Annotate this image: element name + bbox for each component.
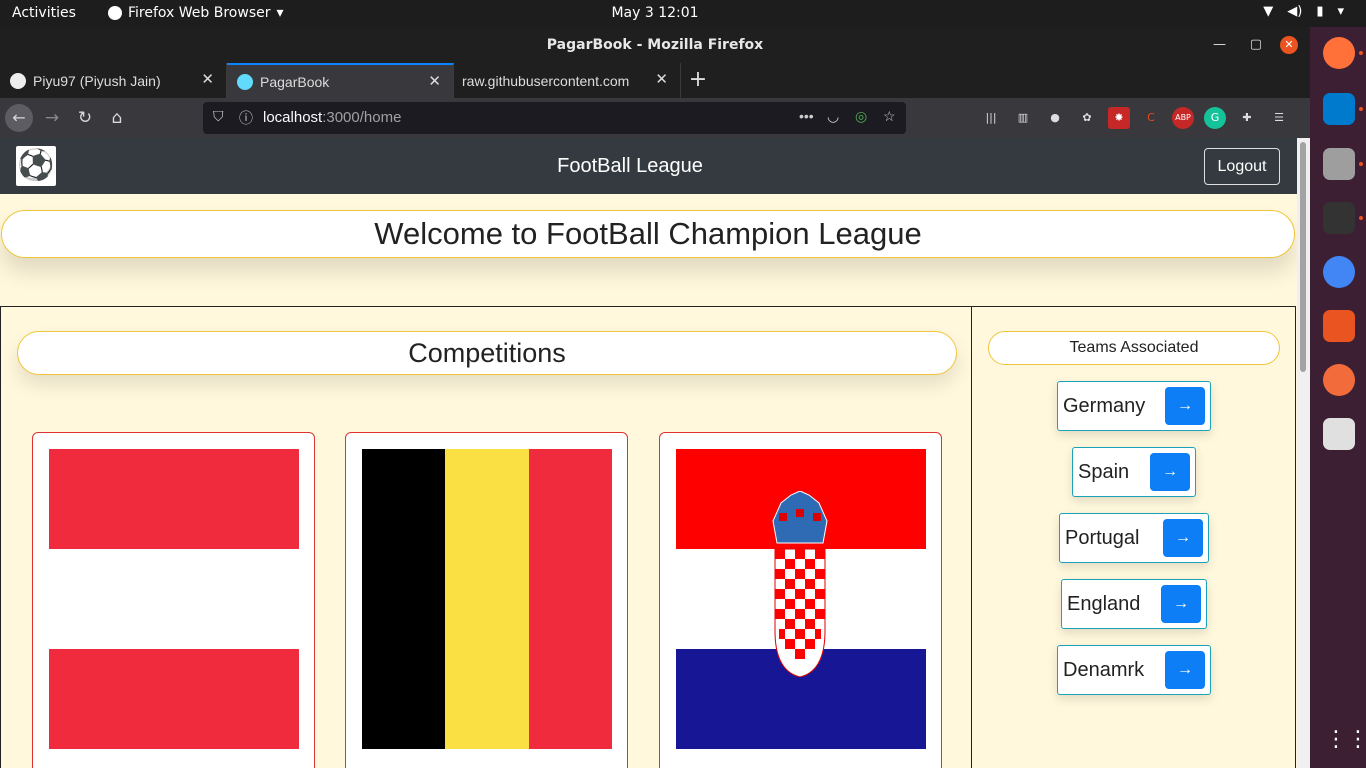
competition-card-belgium[interactable] bbox=[345, 432, 628, 768]
page-viewport: ⚽ FootBall League Logout Welcome to Foot… bbox=[0, 138, 1297, 768]
shield-icon[interactable]: ⛉ bbox=[213, 108, 224, 125]
austria-flag-image bbox=[49, 449, 299, 749]
competitions-panel: Competitions bbox=[0, 306, 972, 768]
document-viewer-icon[interactable] bbox=[1323, 418, 1355, 450]
navigation-toolbar: ← → ↻ ⌂ ⛉ ⓘ localhost:3000/home ••• ◡ ◎ … bbox=[0, 98, 1310, 138]
maximize-button[interactable]: ▢ bbox=[1250, 27, 1262, 63]
belgium-flag-image bbox=[362, 449, 612, 749]
postman-icon[interactable] bbox=[1323, 364, 1355, 396]
extension-icon[interactable]: ◎ bbox=[855, 108, 867, 125]
team-name: Germany bbox=[1063, 395, 1146, 417]
ubuntu-dock: ⋮⋮⋮ bbox=[1310, 27, 1366, 768]
account-icon[interactable]: ● bbox=[1044, 107, 1066, 129]
team-name: England bbox=[1067, 593, 1141, 615]
show-applications-icon[interactable]: ⋮⋮⋮ bbox=[1325, 727, 1366, 752]
tab-label: Piyu97 (Piyush Jain) bbox=[33, 72, 161, 89]
back-button[interactable]: ← bbox=[5, 104, 33, 132]
window-titlebar: PagarBook - Mozilla Firefox — ▢ ✕ bbox=[0, 27, 1310, 63]
close-window-button[interactable]: ✕ bbox=[1280, 36, 1298, 54]
url-bar[interactable]: ⛉ ⓘ localhost:3000/home ••• ◡ ◎ ☆ bbox=[203, 102, 906, 134]
github-icon bbox=[10, 72, 26, 89]
reload-button[interactable]: ↻ bbox=[71, 104, 99, 132]
clock[interactable]: May 3 12:01 bbox=[0, 5, 1310, 21]
firefox-icon[interactable] bbox=[1323, 37, 1355, 69]
team-arrow-button[interactable]: → bbox=[1163, 519, 1203, 557]
close-tab-icon[interactable]: ✕ bbox=[201, 70, 214, 88]
battery-icon: ▮ bbox=[1316, 4, 1324, 19]
chrome-icon[interactable] bbox=[1323, 256, 1355, 288]
vscode-icon[interactable] bbox=[1323, 93, 1355, 125]
scrollbar-thumb[interactable] bbox=[1300, 142, 1306, 372]
page-actions-icon[interactable]: ••• bbox=[799, 108, 814, 124]
brand-title[interactable]: FootBall League bbox=[0, 155, 1260, 178]
software-center-icon[interactable] bbox=[1323, 310, 1355, 342]
wifi-icon: ▼ bbox=[1263, 4, 1274, 19]
grammarly-icon[interactable]: G bbox=[1204, 107, 1226, 129]
app-navbar: ⚽ FootBall League Logout bbox=[0, 138, 1297, 194]
library-icon[interactable]: ||| bbox=[980, 107, 1002, 129]
info-icon[interactable]: ⓘ bbox=[239, 108, 253, 128]
sidebar-icon[interactable]: ▥ bbox=[1012, 107, 1034, 129]
toolbar-icons: ||| ▥ ● ✿ ✸ C ABP G ✚ ☰ bbox=[980, 107, 1290, 129]
team-arrow-button[interactable]: → bbox=[1165, 651, 1205, 689]
team-germany: Germany → bbox=[1057, 381, 1211, 431]
team-arrow-button[interactable]: → bbox=[1150, 453, 1190, 491]
minimize-button[interactable]: — bbox=[1213, 27, 1226, 63]
chevron-down-icon: ▾ bbox=[1337, 4, 1344, 19]
team-name: Spain bbox=[1078, 461, 1130, 483]
adblock-icon[interactable]: ABP bbox=[1172, 107, 1194, 129]
croatia-flag-image bbox=[676, 449, 926, 749]
extension-icon[interactable]: ✸ bbox=[1108, 107, 1130, 129]
url-host: localhost bbox=[263, 109, 323, 126]
team-england: England → bbox=[1061, 579, 1207, 629]
tab-github[interactable]: Piyu97 (Piyush Jain) ✕ bbox=[0, 63, 227, 98]
tab-strip: Piyu97 (Piyush Jain) ✕ PagarBook ✕ raw.git… bbox=[0, 63, 1310, 98]
croatia-coat-of-arms-icon bbox=[772, 491, 828, 677]
tab-label: raw.githubusercontent.com bbox=[462, 72, 630, 89]
files-icon[interactable] bbox=[1323, 148, 1355, 180]
tab-label: PagarBook bbox=[260, 73, 330, 90]
team-portugal: Portugal → bbox=[1059, 513, 1209, 563]
url-text: localhost:3000/home bbox=[263, 109, 401, 126]
menu-icon[interactable]: ☰ bbox=[1268, 107, 1290, 129]
tab-raw-github[interactable]: raw.githubusercontent.com ✕ bbox=[454, 63, 681, 98]
extension-icon[interactable]: ✿ bbox=[1076, 107, 1098, 129]
system-top-bar: Activities Firefox Web Browser ▾ May 3 12… bbox=[0, 0, 1366, 27]
team-name: Denamrk bbox=[1063, 659, 1145, 681]
url-path: :3000/home bbox=[322, 109, 402, 126]
extensions-puzzle-icon[interactable]: ✚ bbox=[1236, 107, 1258, 129]
close-tab-icon[interactable]: ✕ bbox=[428, 72, 441, 90]
forward-button[interactable]: → bbox=[38, 104, 66, 132]
system-tray[interactable]: ▼ ◀) ▮ ▾ bbox=[1263, 4, 1344, 19]
competition-card-croatia[interactable] bbox=[659, 432, 942, 768]
tab-pagarbook[interactable]: PagarBook ✕ bbox=[227, 63, 454, 98]
teams-associated-heading: Teams Associated bbox=[988, 331, 1280, 365]
team-spain: Spain → bbox=[1072, 447, 1196, 497]
competition-card-austria[interactable] bbox=[32, 432, 315, 768]
welcome-banner: Welcome to FootBall Champion League bbox=[1, 210, 1295, 258]
home-button[interactable]: ⌂ bbox=[103, 104, 131, 132]
team-denmark: Denamrk → bbox=[1057, 645, 1211, 695]
react-icon bbox=[237, 73, 253, 90]
team-arrow-button[interactable]: → bbox=[1165, 387, 1205, 425]
terminal-icon[interactable] bbox=[1323, 202, 1355, 234]
close-tab-icon[interactable]: ✕ bbox=[655, 70, 668, 88]
window-title: PagarBook - Mozilla Firefox bbox=[546, 37, 764, 53]
competitions-heading: Competitions bbox=[17, 331, 957, 375]
page-scrollbar[interactable] bbox=[1297, 138, 1310, 768]
team-arrow-button[interactable]: → bbox=[1161, 585, 1201, 623]
new-tab-button[interactable]: + bbox=[681, 63, 715, 98]
team-name: Portugal bbox=[1065, 527, 1140, 549]
logout-button[interactable]: Logout bbox=[1204, 148, 1280, 185]
teams-panel: Teams Associated Germany → Spain → Portu… bbox=[971, 306, 1296, 768]
extension-icon[interactable]: C bbox=[1140, 107, 1162, 129]
pocket-icon[interactable]: ◡ bbox=[827, 108, 839, 125]
volume-icon: ◀) bbox=[1287, 4, 1303, 19]
bookmark-star-icon[interactable]: ☆ bbox=[883, 108, 896, 125]
